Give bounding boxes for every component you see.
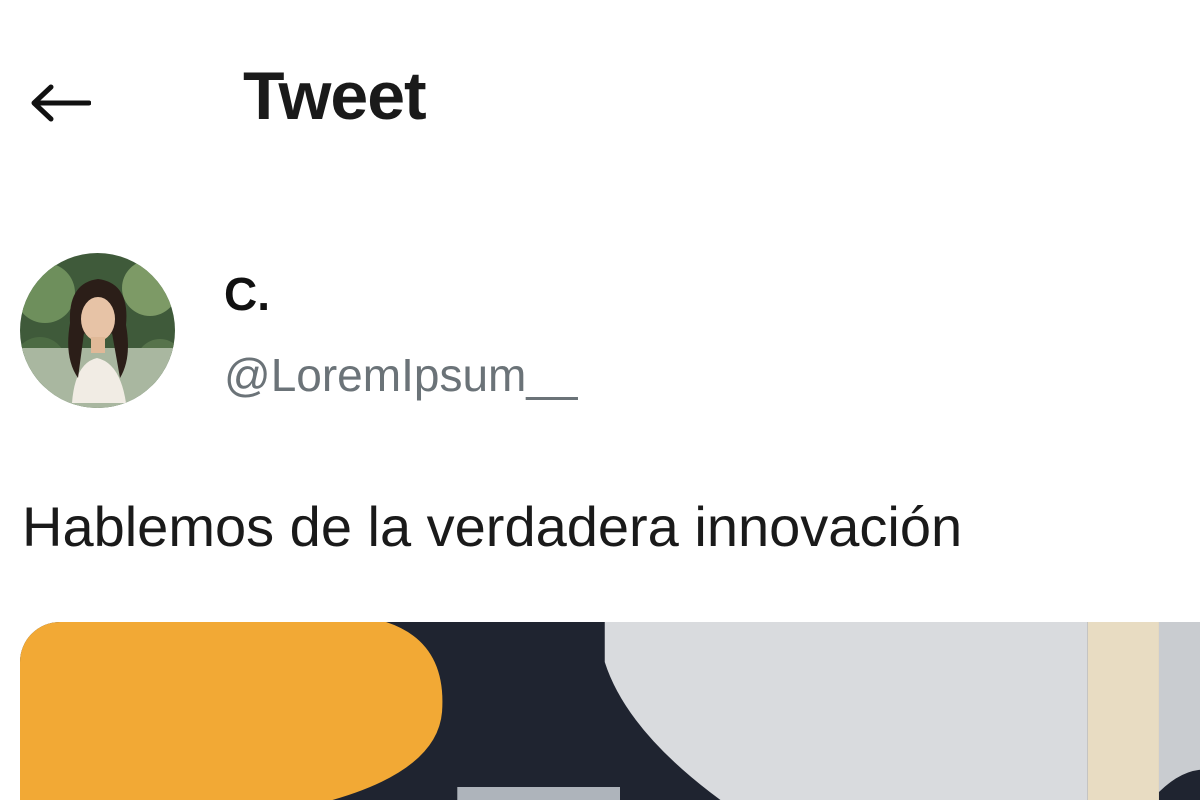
avatar-image: [20, 253, 175, 408]
author-handle[interactable]: @LoremIpsum__: [224, 350, 578, 401]
back-button[interactable]: [22, 70, 98, 136]
tweet-media-image[interactable]: [20, 622, 1200, 800]
arrow-left-icon: [31, 84, 91, 122]
page-title: Tweet: [243, 58, 427, 134]
avatar[interactable]: [20, 253, 175, 408]
tweet-author: C. @LoremIpsum__: [0, 245, 1200, 415]
author-display-name[interactable]: C.: [224, 271, 270, 317]
tweet-text: Hablemos de la verdadera innovación: [22, 495, 963, 558]
media-image: [20, 622, 1200, 800]
top-navigation-bar: Tweet: [0, 0, 1200, 200]
